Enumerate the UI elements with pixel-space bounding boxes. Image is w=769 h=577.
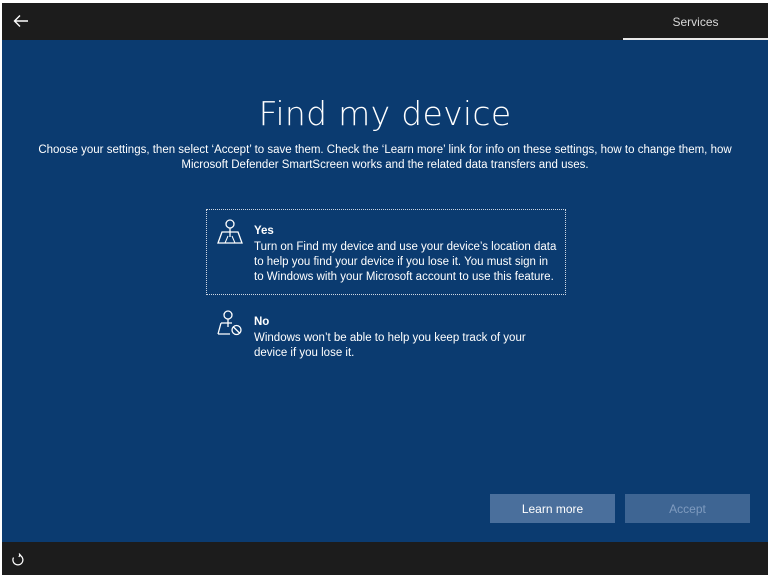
back-button[interactable] [8, 7, 34, 35]
tab-services[interactable]: Services [623, 3, 768, 40]
page-description: Choose your settings, then select ‘Accep… [38, 144, 732, 171]
location-off-icon [217, 310, 242, 336]
bottom-bar [2, 542, 768, 575]
page-title: Find my device [258, 94, 512, 133]
back-arrow-icon [13, 15, 28, 27]
accept-button[interactable]: Accept [625, 494, 750, 523]
oobe-window: Services Find my device Choose your sett… [2, 3, 768, 575]
option-yes-description: Turn on Find my device and use your devi… [254, 241, 557, 283]
accessibility-icon[interactable] [10, 552, 26, 568]
top-bar: Services [2, 3, 768, 40]
tab-active-indicator [623, 38, 768, 40]
location-map-icon [217, 219, 243, 244]
learn-more-button[interactable]: Learn more [490, 494, 615, 523]
option-yes[interactable]: Yes Turn on Find my device and use your … [206, 209, 566, 295]
option-yes-title: Yes [254, 225, 274, 237]
option-no[interactable]: No Windows won’t be able to help you kee… [207, 301, 565, 361]
option-no-title: No [254, 316, 270, 328]
option-no-description: Windows won’t be able to help you keep t… [254, 332, 526, 359]
